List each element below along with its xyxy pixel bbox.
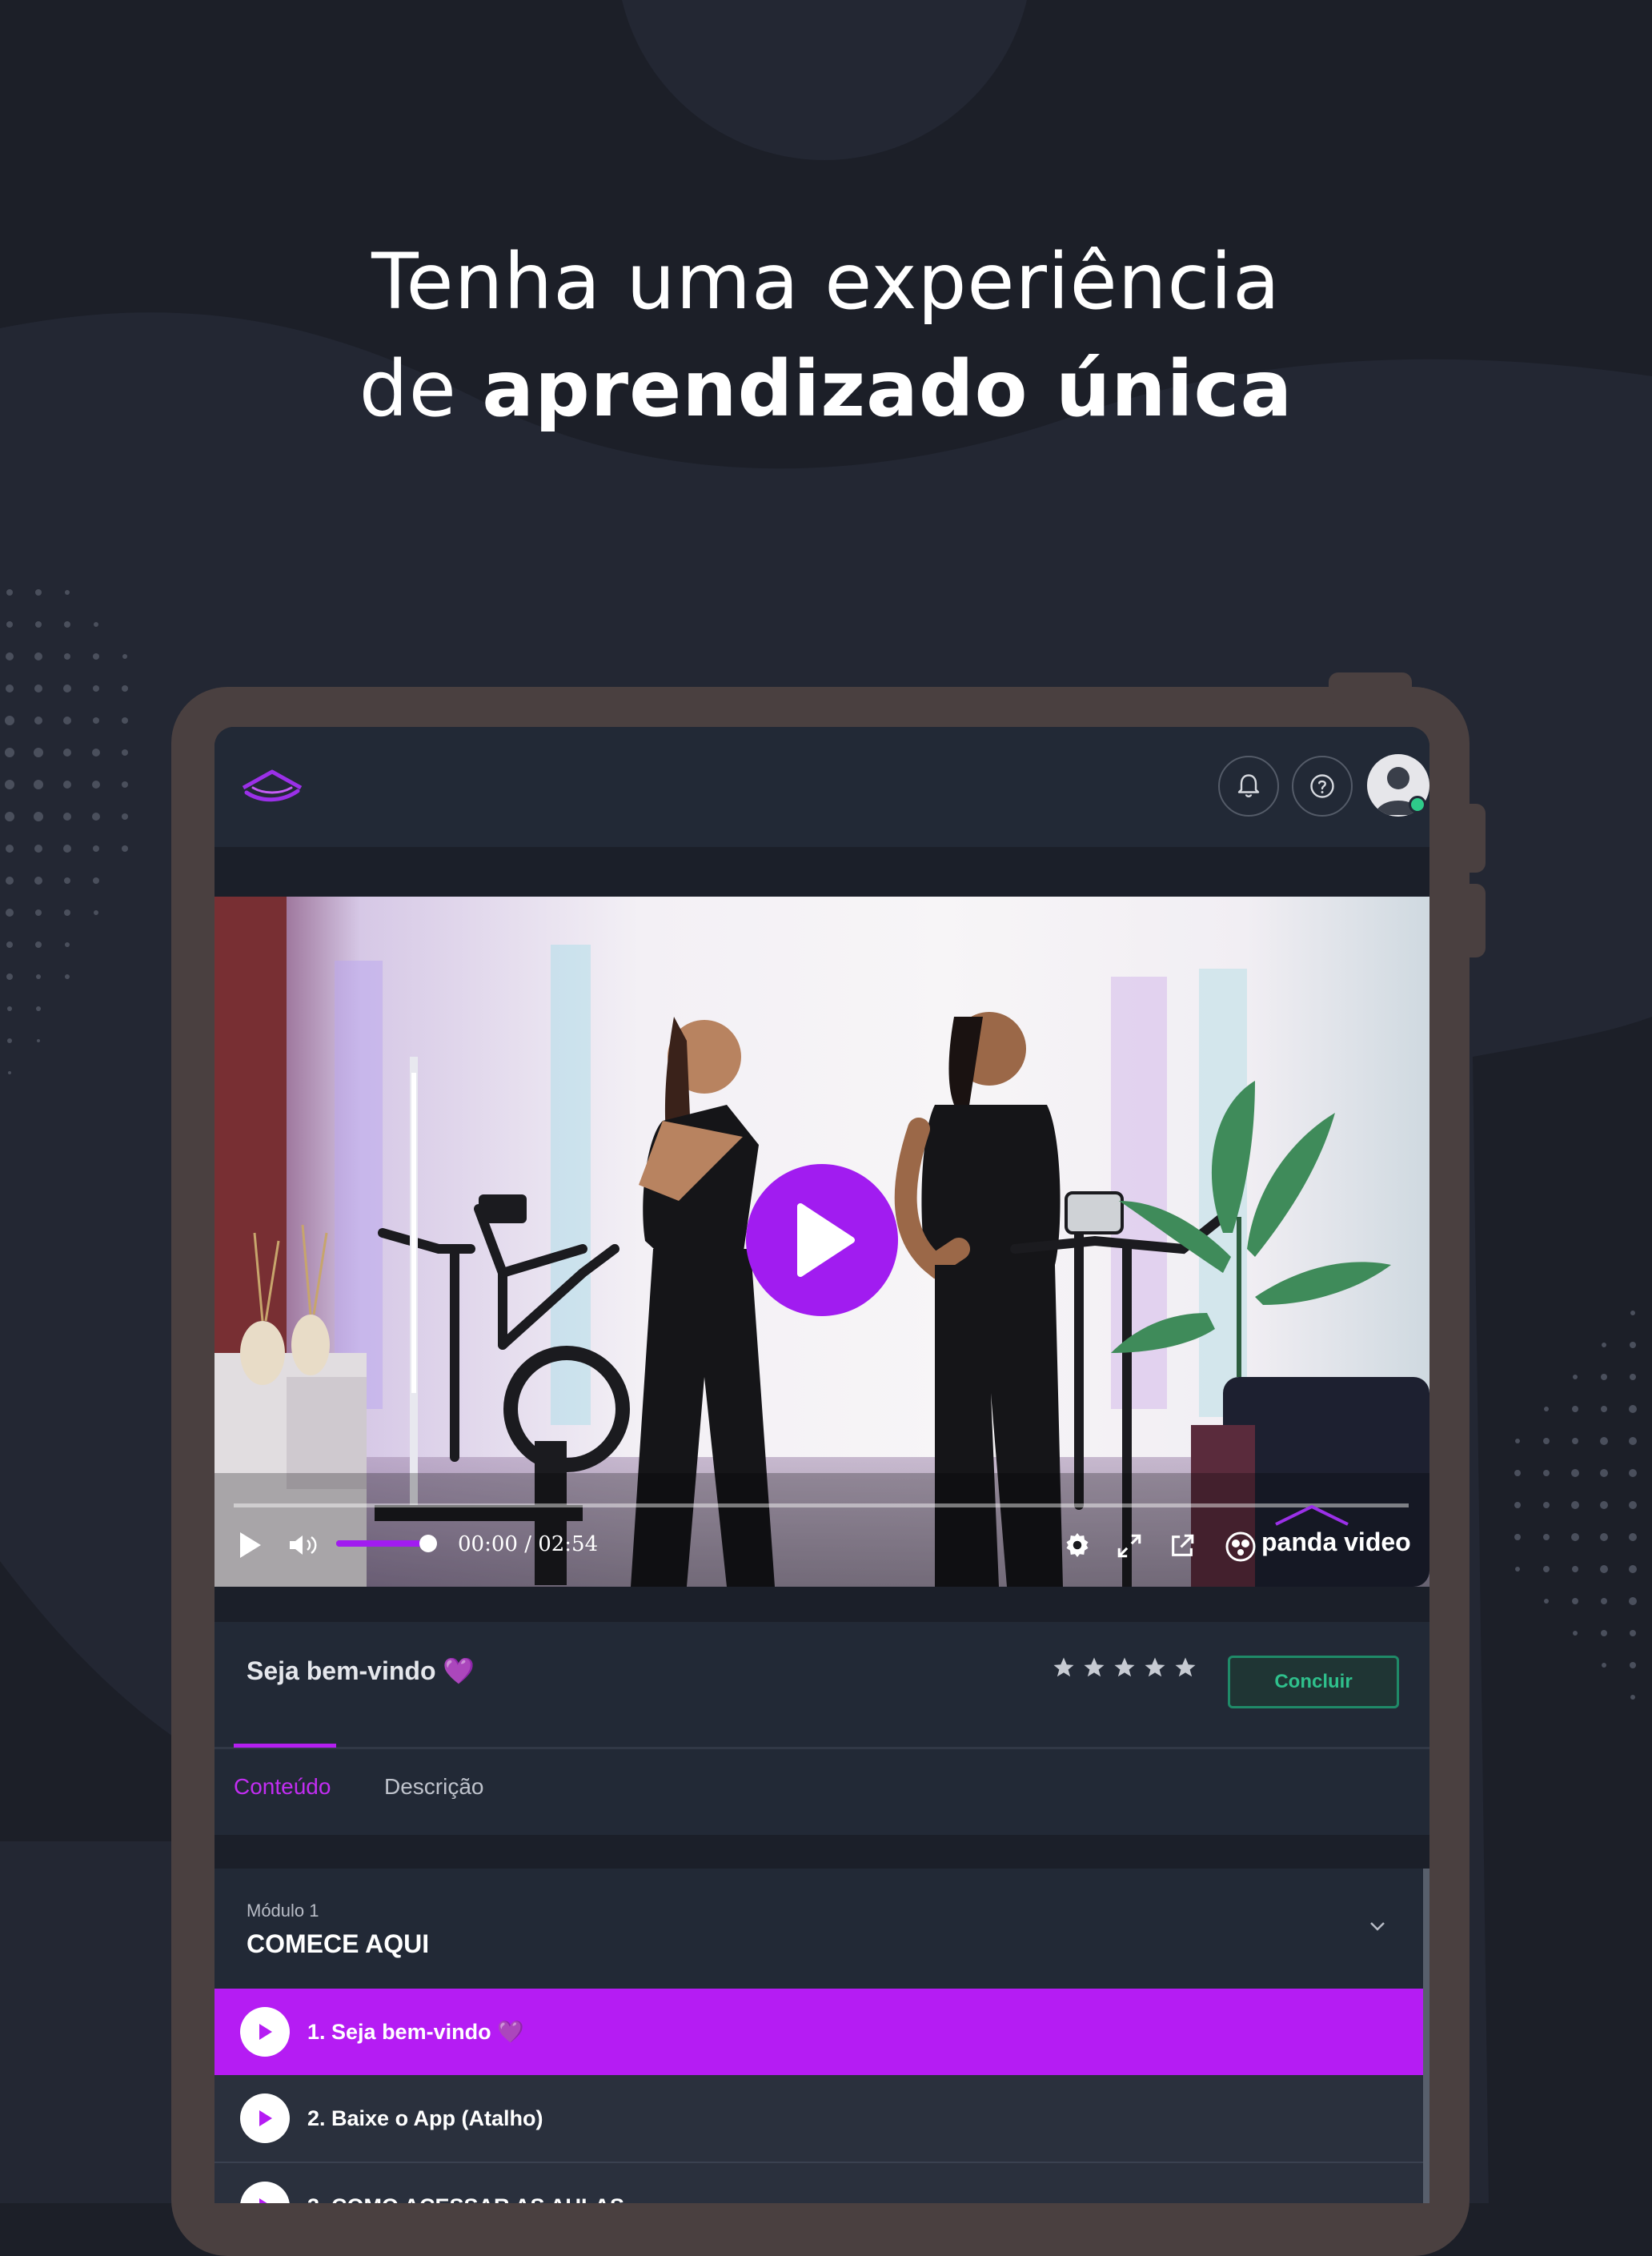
play-icon xyxy=(259,2024,272,2040)
help-button[interactable] xyxy=(1292,756,1353,817)
tab-conteudo[interactable]: Conteúdo xyxy=(234,1774,331,1800)
brand-panda-video: panda video xyxy=(1261,1527,1411,1556)
lesson-item-label: 1. Seja bem-vindo 💜 xyxy=(307,2020,524,2044)
lesson-panel xyxy=(215,1622,1429,1835)
lesson-item-label: 2. Baixe o App (Atalho) xyxy=(307,2105,543,2130)
module-label: Módulo 1 xyxy=(247,1901,319,1921)
lesson-play-button[interactable] xyxy=(240,2182,290,2203)
chevron-down-icon[interactable] xyxy=(1365,1917,1389,1936)
tabs-divider xyxy=(215,1747,1429,1749)
dot-pattern-right xyxy=(1514,1311,1637,1700)
module-name: COMECE AQUI xyxy=(247,1929,430,1958)
headline-line-2: de aprendizado única xyxy=(0,335,1652,443)
star-icon[interactable] xyxy=(1143,1656,1167,1680)
fullscreen-icon[interactable] xyxy=(1116,1532,1143,1560)
volume-slider-knob[interactable] xyxy=(419,1535,437,1552)
panda-roof-icon xyxy=(1275,1504,1349,1526)
star-icon[interactable] xyxy=(1113,1656,1137,1680)
volume-slider-fill xyxy=(336,1540,427,1547)
video-player[interactable] xyxy=(215,897,1429,1587)
tablet-side-button-2 xyxy=(1457,884,1486,957)
headline: Tenha uma experiência de aprendizado úni… xyxy=(0,228,1652,443)
dot-pattern-left xyxy=(5,589,128,1074)
lesson-title: Seja bem-vindo 💜 xyxy=(247,1656,475,1685)
bell-icon xyxy=(1237,774,1260,797)
big-play-button[interactable] xyxy=(746,1164,898,1316)
scrollbar[interactable] xyxy=(1423,1869,1429,2203)
play-icon xyxy=(259,2198,267,2203)
panda-logo-icon xyxy=(1225,1531,1256,1562)
headline-line-2-prefix: de xyxy=(359,344,483,434)
play-icon xyxy=(797,1203,855,1277)
tab-descricao[interactable]: Descrição xyxy=(384,1774,483,1800)
headline-line-1: Tenha uma experiência xyxy=(371,237,1281,327)
rating-stars[interactable] xyxy=(1052,1656,1197,1680)
active-tab-indicator xyxy=(234,1744,336,1748)
star-icon[interactable] xyxy=(1052,1656,1076,1680)
lesson-item-1[interactable]: 1. Seja bem-vindo 💜 xyxy=(215,1989,1423,2075)
tablet-top-button xyxy=(1329,672,1412,704)
video-time: 00:00 / 02:54 xyxy=(458,1532,599,1556)
headline-line-2-bold: aprendizado única xyxy=(482,344,1293,434)
online-status-dot xyxy=(1409,796,1426,813)
app-screen: 00:00 / 02:54 panda video Seja bem-vindo… xyxy=(215,727,1429,2203)
lesson-play-button[interactable] xyxy=(240,2007,290,2057)
logo-icon[interactable] xyxy=(240,767,304,807)
module-header[interactable] xyxy=(215,1869,1423,1989)
lesson-item-label: 3. COMO ACESSAR AS AULAS xyxy=(307,2194,624,2204)
volume-icon[interactable] xyxy=(287,1532,322,1558)
play-control-icon[interactable] xyxy=(235,1529,264,1561)
star-icon[interactable] xyxy=(1173,1656,1197,1680)
video-progress-bar[interactable] xyxy=(234,1503,1409,1507)
conclude-button[interactable]: Concluir xyxy=(1228,1656,1399,1708)
help-icon xyxy=(1310,774,1334,798)
notification-button[interactable] xyxy=(1218,756,1279,817)
lesson-play-button[interactable] xyxy=(240,2093,290,2143)
play-icon xyxy=(259,2110,272,2126)
settings-gear-icon[interactable] xyxy=(1063,1531,1092,1560)
tablet-side-button-1 xyxy=(1457,804,1486,873)
star-icon[interactable] xyxy=(1082,1656,1106,1680)
lesson-item-2[interactable]: 2. Baixe o App (Atalho) xyxy=(215,2075,1423,2162)
lesson-item-3[interactable]: 3. COMO ACESSAR AS AULAS xyxy=(215,2163,1423,2203)
external-link-icon[interactable] xyxy=(1169,1532,1196,1560)
